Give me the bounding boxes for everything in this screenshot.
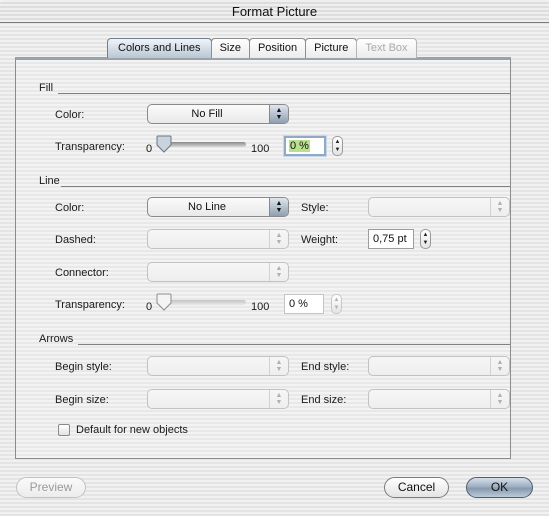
fill-slider-min: 0 (146, 143, 153, 155)
popup-arrows-icon: ▲ ▼ (269, 390, 288, 408)
slider-track (164, 300, 246, 305)
begin-style-popup: ▲ ▼ (147, 356, 289, 376)
begin-style-label: Begin style: (55, 361, 112, 373)
popup-arrows-icon: ▲ ▼ (490, 357, 509, 375)
fill-transparency-slider[interactable] (154, 135, 246, 154)
preview-button: Preview (16, 477, 86, 498)
tab-colors-and-lines[interactable]: Colors and Lines (107, 38, 212, 58)
tab-text-box: Text Box (356, 38, 417, 58)
begin-size-popup: ▲ ▼ (147, 389, 289, 409)
popup-arrows-icon: ▲ ▼ (269, 230, 288, 248)
slider-thumb[interactable] (156, 293, 172, 311)
fill-color-popup[interactable]: No Fill ▲ ▼ (147, 104, 289, 124)
end-style-label: End style: (301, 361, 350, 373)
popup-arrows-icon: ▲ ▼ (269, 357, 288, 375)
default-for-new-objects-label[interactable]: Default for new objects (76, 424, 188, 436)
end-size-popup: ▲ ▼ (368, 389, 510, 409)
popup-arrows-icon: ▲ ▼ (490, 390, 509, 408)
begin-size-label: Begin size: (55, 394, 109, 406)
slider-track (164, 142, 246, 147)
line-style-popup: ▲ ▼ (368, 197, 510, 217)
line-weight-field[interactable]: 0,75 pt (368, 229, 414, 249)
line-transparency-slider[interactable] (154, 293, 246, 312)
popup-arrows-icon: ▲ ▼ (490, 198, 509, 216)
line-transparency-field[interactable]: 0 % (284, 294, 324, 314)
fill-transparency-stepper[interactable]: ▲ ▼ (332, 136, 343, 156)
line-slider-min: 0 (146, 301, 153, 313)
line-color-label: Color: (55, 202, 85, 214)
line-weight-label: Weight: (301, 234, 339, 246)
tab-size[interactable]: Size (210, 38, 250, 58)
end-style-popup: ▲ ▼ (368, 356, 510, 376)
arrows-section-label: Arrows (39, 333, 74, 345)
default-for-new-objects-checkbox[interactable] (58, 424, 70, 436)
fill-transparency-label: Transparency: (55, 141, 125, 153)
fill-divider (58, 93, 510, 94)
line-connector-label: Connector: (55, 267, 109, 279)
tab-picture[interactable]: Picture (305, 38, 358, 58)
line-transparency-label: Transparency: (55, 299, 125, 311)
fill-slider-max: 100 (251, 143, 270, 155)
fill-transparency-field[interactable]: 0 % (284, 136, 326, 156)
line-style-label: Style: (301, 202, 329, 214)
fill-section-label: Fill (39, 82, 54, 94)
fill-color-label: Color: (55, 109, 85, 121)
line-dashed-label: Dashed: (55, 234, 96, 246)
end-size-label: End size: (301, 394, 347, 406)
line-slider-max: 100 (251, 301, 270, 313)
fill-transparency-value: 0 % (289, 140, 310, 152)
popup-arrows-icon: ▲ ▼ (269, 105, 288, 123)
slider-thumb[interactable] (156, 135, 172, 153)
arrows-divider (78, 344, 510, 345)
tab-bar: Colors and Lines Size Position Picture T… (107, 38, 417, 58)
ok-button[interactable]: OK (466, 477, 533, 498)
line-dashed-popup: ▲ ▼ (147, 229, 289, 249)
line-connector-popup: ▲ ▼ (147, 262, 289, 282)
cancel-button[interactable]: Cancel (384, 477, 449, 498)
title-bar: Format Picture (0, 0, 549, 23)
line-color-value: No Line (188, 201, 226, 213)
line-color-popup[interactable]: No Line ▲ ▼ (147, 197, 289, 217)
line-section-label: Line (39, 175, 60, 187)
line-weight-stepper[interactable]: ▲ ▼ (420, 229, 431, 249)
line-divider (61, 186, 510, 187)
popup-arrows-icon: ▲ ▼ (269, 198, 288, 216)
window-title: Format Picture (231, 4, 318, 19)
fill-color-value: No Fill (191, 108, 223, 120)
colors-and-lines-panel: Fill Color: No Fill ▲ ▼ Transparency: 0 1… (15, 57, 511, 459)
line-transparency-stepper[interactable]: ▲ ▼ (331, 294, 342, 314)
tab-position[interactable]: Position (248, 38, 307, 58)
popup-arrows-icon: ▲ ▼ (269, 263, 288, 281)
